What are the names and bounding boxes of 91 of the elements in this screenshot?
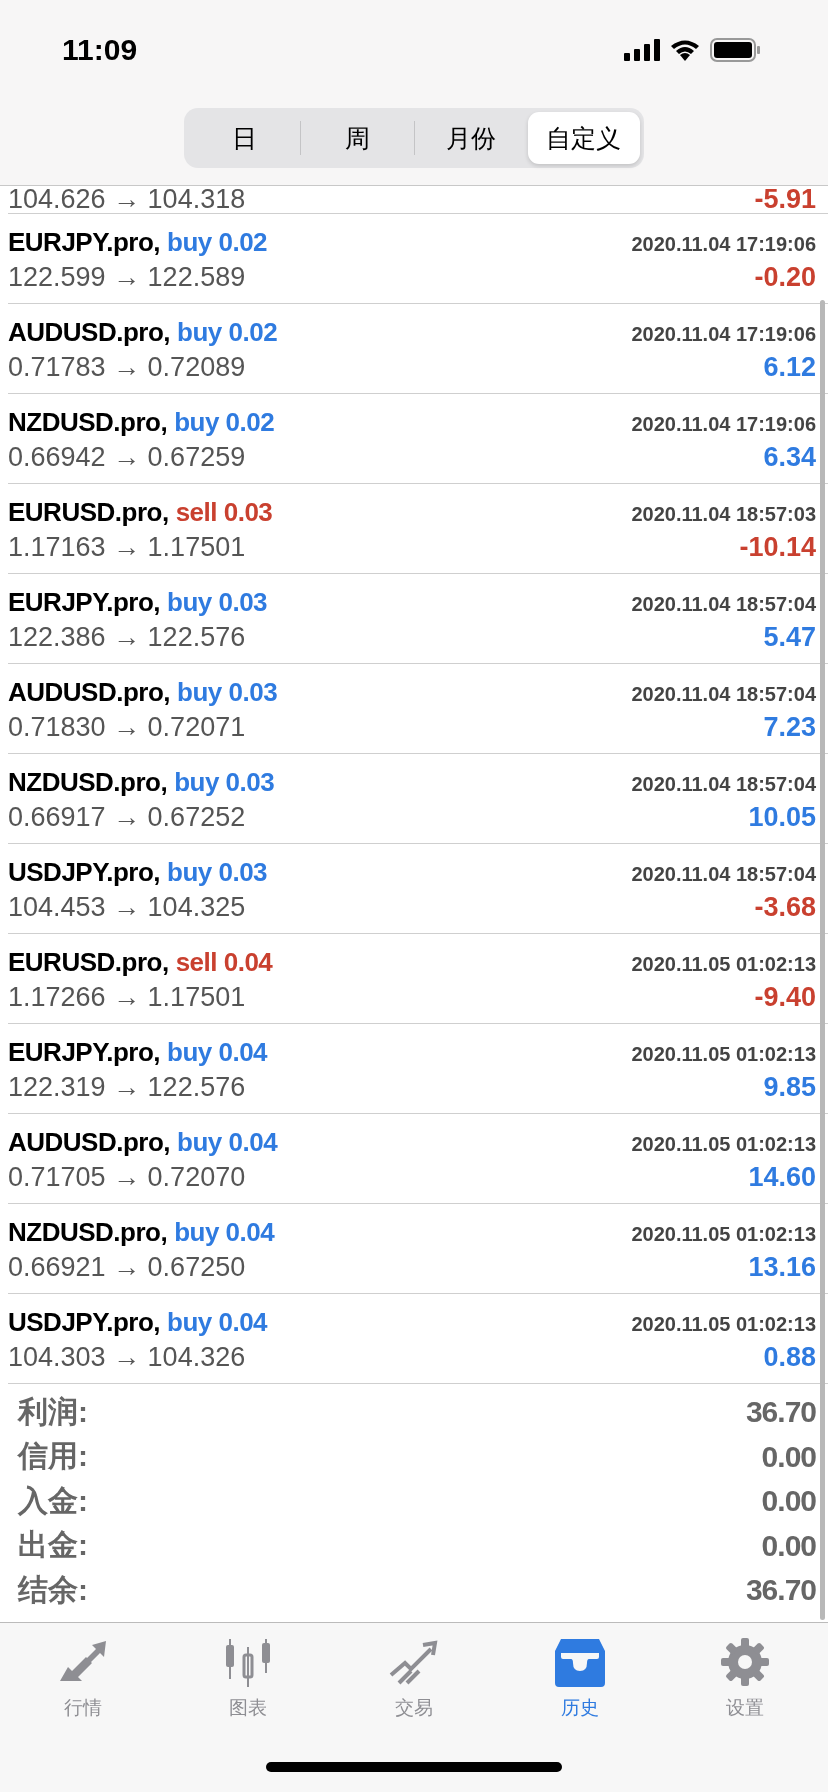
profit-value: 7.23 (763, 713, 816, 741)
profit-value: -9.40 (754, 983, 816, 1011)
summary-value: 36.70 (745, 1573, 816, 1608)
price-range: 0.66917 → 0.67252 (8, 803, 246, 831)
symbol-name: EURUSD.pro, (8, 946, 169, 978)
deal-time: 2020.11.05 01:02:13 (631, 952, 816, 976)
symbol-name: NZDUSD.pro, (8, 1216, 168, 1248)
battery-icon (710, 38, 760, 62)
price-range: 104.626 → 104.318 (8, 186, 246, 213)
profit-value: 10.05 (748, 803, 816, 831)
summary-value: 0.00 (761, 1439, 816, 1474)
profit-value: 9.85 (763, 1073, 816, 1101)
symbol-name: USDJPY.pro, (8, 856, 160, 888)
tab-bar-item[interactable]: 交易 (331, 1637, 497, 1721)
price-range: 1.17163 → 1.17501 (8, 533, 246, 561)
price-range: 0.71783 → 0.72089 (8, 353, 246, 381)
order-type: buy 0.04 (167, 1306, 268, 1338)
period-segment[interactable]: 日 (188, 112, 301, 164)
deal-time: 2020.11.04 18:57:04 (631, 862, 816, 886)
tab-bar-item[interactable]: 设置 (662, 1637, 828, 1721)
deal-time: 2020.11.04 17:19:06 (631, 232, 816, 256)
price-range: 122.599 → 122.589 (8, 263, 246, 291)
summary-label: 信用: (18, 1438, 88, 1475)
symbol-name: EURJPY.pro, (8, 586, 160, 618)
price-range: 0.66942 → 0.67259 (8, 443, 246, 471)
period-segment[interactable]: 月份 (414, 112, 527, 164)
deal-time: 2020.11.05 01:02:13 (631, 1132, 816, 1156)
price-range: 0.71830 → 0.72071 (8, 713, 246, 741)
order-type: buy 0.02 (174, 406, 275, 438)
order-type: buy 0.04 (174, 1216, 275, 1248)
period-segment[interactable]: 自定义 (527, 112, 640, 164)
tab-bar-item[interactable]: 历史 (496, 1637, 663, 1721)
price-range: 104.453 → 104.325 (8, 893, 246, 921)
order-type: buy 0.04 (177, 1126, 278, 1158)
symbol-name: NZDUSD.pro, (8, 766, 168, 798)
symbol-name: AUDUSD.pro, (8, 1126, 171, 1158)
profit-value: 0.88 (763, 1343, 816, 1371)
deal-time: 2020.11.04 17:19:06 (631, 322, 816, 346)
deal-time: 2020.11.04 17:19:06 (631, 412, 816, 436)
summary-label: 结余: (18, 1571, 88, 1608)
symbol-name: USDJPY.pro, (8, 1306, 160, 1338)
summary-value: 36.70 (745, 1395, 816, 1430)
order-type: buy 0.03 (177, 676, 278, 708)
status-time: 11:09 (62, 33, 138, 67)
price-range: 1.17266 → 1.17501 (8, 983, 246, 1011)
price-range: 122.319 → 122.576 (8, 1073, 246, 1101)
symbol-name: AUDUSD.pro, (8, 676, 171, 708)
inbox-icon (552, 1637, 607, 1687)
order-type: buy 0.02 (167, 226, 268, 258)
symbol-name: EURJPY.pro, (8, 226, 160, 258)
profit-value: 6.34 (763, 443, 816, 471)
symbol-name: EURUSD.pro, (8, 496, 169, 528)
profit-value: -0.20 (754, 263, 816, 291)
signal-icon (624, 39, 660, 61)
symbol-name: AUDUSD.pro, (8, 316, 171, 348)
summary-label: 入金: (18, 1482, 88, 1519)
deal-time: 2020.11.04 18:57:03 (631, 502, 816, 526)
profit-value: -10.14 (739, 533, 816, 561)
order-type: sell 0.03 (175, 496, 273, 528)
order-type: buy 0.02 (177, 316, 278, 348)
deal-time: 2020.11.04 18:57:04 (631, 682, 816, 706)
order-type: buy 0.03 (167, 586, 268, 618)
profit-value: 5.47 (763, 623, 816, 651)
symbol-name: NZDUSD.pro, (8, 406, 168, 438)
deal-time: 2020.11.05 01:02:13 (631, 1222, 816, 1246)
profit-value: 6.12 (763, 353, 816, 381)
symbol-name: EURJPY.pro, (8, 1036, 160, 1068)
price-range: 104.303 → 104.326 (8, 1343, 246, 1371)
price-range: 0.66921 → 0.67250 (8, 1253, 246, 1281)
deal-time: 2020.11.05 01:02:13 (631, 1042, 816, 1066)
order-type: buy 0.04 (167, 1036, 268, 1068)
deal-time: 2020.11.04 18:57:04 (631, 772, 816, 796)
profit-value: -3.68 (754, 893, 816, 921)
summary-label: 利润: (18, 1393, 88, 1430)
summary-label: 出金: (18, 1527, 88, 1564)
tab-bar-item[interactable]: 图表 (165, 1637, 332, 1721)
summary-value: 0.00 (761, 1484, 816, 1519)
profit-value: -5.91 (754, 186, 816, 213)
summary-value: 0.00 (761, 1528, 816, 1563)
profit-value: 14.60 (748, 1163, 816, 1191)
order-type: buy 0.03 (174, 766, 275, 798)
deal-time: 2020.11.05 01:02:13 (631, 1312, 816, 1336)
wifi-icon (670, 39, 700, 61)
deal-time: 2020.11.04 18:57:04 (631, 592, 816, 616)
order-type: buy 0.03 (167, 856, 268, 888)
profit-value: 13.16 (748, 1253, 816, 1281)
period-segment[interactable]: 周 (301, 112, 414, 164)
price-range: 122.386 → 122.576 (8, 623, 246, 651)
tab-bar-item[interactable]: 行情 (0, 1637, 166, 1721)
price-range: 0.71705 → 0.72070 (8, 1163, 246, 1191)
order-type: sell 0.04 (175, 946, 273, 978)
